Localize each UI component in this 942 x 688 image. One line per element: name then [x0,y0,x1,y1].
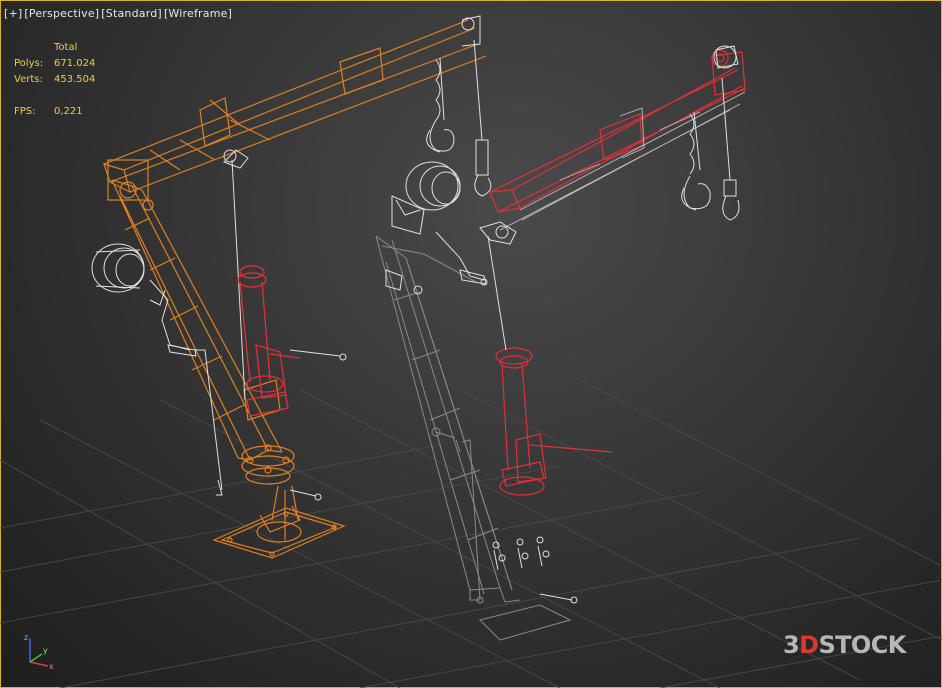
viewport-plus-menu[interactable]: [+] [4,7,22,20]
logo-rest: STOCK [818,631,906,659]
perspective-viewport[interactable]: [+] [Perspective] [Standard] [Wireframe]… [0,0,942,688]
logo-prefix: 3 [783,631,800,659]
wireframe-scene[interactable] [0,0,942,688]
stats-polys-value: 671.024 [54,58,96,69]
stats-header: Total [54,42,78,53]
crane-right-boom-outer [499,91,746,231]
viewport-shading-preset-menu[interactable]: [Standard] [101,7,162,20]
viewport-statistics: Total Polys: 671.024 Verts: 453.504 FPS:… [14,40,95,120]
crane-left-selected[interactable] [103,19,487,559]
crane-right-winch-and-cable [385,45,740,604]
axis-gizmo-z-label: z [24,633,28,642]
watermark-logo: 3DSTOCK [783,631,906,659]
axis-gizmo-x-label: x [49,662,54,671]
stats-fps-value: 0,221 [54,106,83,117]
axis-gizmo-y-label: y [43,646,48,655]
viewport-shading-mode-menu[interactable]: [Wireframe] [164,7,232,20]
stats-polys-label: Polys: [14,58,44,69]
logo-accent: D [799,631,819,659]
stats-fps-row: FPS: 0,221 [14,104,95,120]
stats-verts-value: 453.504 [54,74,96,85]
axis-gizmo: z x y [24,633,54,671]
crane-left-red-column[interactable] [237,265,301,417]
stats-fps-label: FPS: [14,106,36,117]
stats-verts-row: Verts: 453.504 [14,72,95,88]
viewport-view-menu[interactable]: [Perspective] [24,7,99,20]
stats-polys-row: Polys: 671.024 [14,56,95,72]
stats-verts-label: Verts: [14,74,43,85]
viewport-label-menu: [+] [Perspective] [Standard] [Wireframe] [4,7,232,20]
crane-right-boom[interactable] [489,49,746,496]
